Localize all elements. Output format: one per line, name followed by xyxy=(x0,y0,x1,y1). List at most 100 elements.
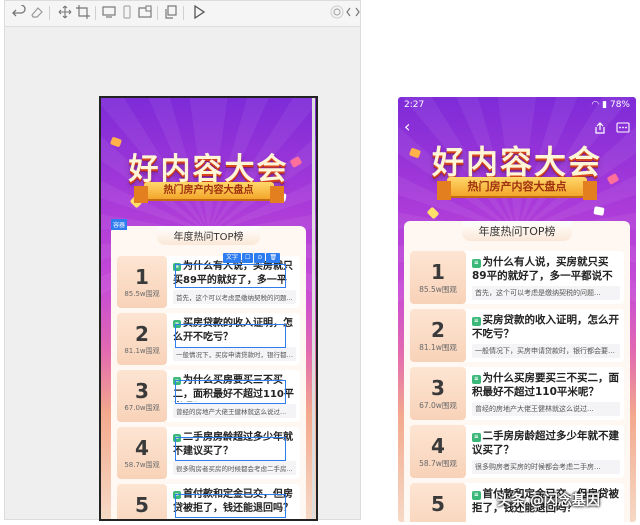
question-icon: ≡ xyxy=(173,320,181,328)
question-icon: ≡ xyxy=(173,377,181,385)
question-title[interactable]: ≡为什么有人说，买房就只买89平的就好了，多一平都说不过去？ xyxy=(472,255,620,284)
preview-play-icon[interactable] xyxy=(191,4,207,21)
answer-snippet: 曾经的房地产大佬王健林就这么说过... xyxy=(173,404,296,418)
watermark: 头条 @闪念基因 xyxy=(497,493,600,509)
rank-number: 1 xyxy=(135,265,149,289)
move-icon[interactable] xyxy=(57,5,73,21)
undo-icon[interactable] xyxy=(11,4,27,21)
question-text: 为什么买房要买三不买二，面积最好不超过110平米呢？ xyxy=(173,375,294,400)
banner-subtitle: 热门房产内容大盘点 xyxy=(437,177,597,200)
wifi-icon: ◠ xyxy=(591,100,600,110)
code-icon[interactable] xyxy=(345,5,361,21)
question-text: 为什么买房要买三不买二，面积最好不超过110平米呢？ xyxy=(472,372,619,399)
text-tool-button[interactable]: 文字 xyxy=(223,253,242,263)
app-root: 好内容大会 热门房产内容大盘点 年度热问TOP榜 1 85.5w围观 ≡ 为什么有人说… xyxy=(0,0,640,525)
mobile-view-icon[interactable] xyxy=(119,5,135,21)
editor-toolbar xyxy=(5,1,360,27)
rank-number: 1 xyxy=(431,260,445,284)
rank-box: 4 58.7w围观 xyxy=(410,425,466,478)
rank-box: 2 81.1w围观 xyxy=(117,313,167,365)
ranking-item[interactable]: 185.5w围观 ≡为什么有人说，买房就只买89平的就好了，多一平都说不过去？ 首先… xyxy=(117,256,300,308)
editor-canvas[interactable]: 好内容大会 热门房产内容大盘点 年度热问TOP榜 1 85.5w围观 ≡ 为什么有人说… xyxy=(99,96,318,521)
view-count: 81.1w围观 xyxy=(419,343,457,352)
view-count: 58.7w围观 xyxy=(124,461,160,469)
status-time: 2:27 xyxy=(404,100,425,110)
section-title: 年度热问TOP榜 xyxy=(462,221,572,241)
answer-snippet: 一般情况下，买房申请贷款时，银行都会要求... xyxy=(472,344,620,358)
question-icon: ≡ xyxy=(472,375,481,384)
selection-toolbar: 文字 ☐ ⊙ 🗑 xyxy=(223,253,281,263)
view-count: 85.5w围观 xyxy=(419,285,457,294)
question-icon: ≡ xyxy=(173,491,181,499)
rank-box: 4 58.7w围观 xyxy=(117,427,167,479)
answer-snippet: 很多购房者买房的时候都会考虑二手房... xyxy=(472,460,620,474)
ranking-item[interactable]: 2 81.1w围观 ≡ 买房贷款的收入证明，怎么开不吃亏？ 一般情况下，买房申请贷款时，… xyxy=(117,313,300,365)
rank-box: 5 xyxy=(117,484,167,519)
rank-box: 3 67.0w围观 xyxy=(117,370,167,422)
rank-box: 5 xyxy=(410,483,466,522)
settings-icon[interactable] xyxy=(329,5,345,21)
ranking-item[interactable]: 4 58.7w围观 ≡ 二手房房龄超过多少年就不建议买了？ 很多购房者买房的时候都会考虑… xyxy=(117,427,300,479)
question-title[interactable]: ≡为什么买房要买三不买二，面积最好不超过110平米呢？ xyxy=(173,374,296,402)
ranking-item[interactable]: 4 58.7w围观 ≡ 二手房房龄超过多少年就不建议买了？ 很多购房者买房的时候都会考虑… xyxy=(410,425,624,478)
answer-snippet: 首先，这个可以考虑是缴纳契税的问题... xyxy=(472,286,620,300)
question-icon: ≡ xyxy=(472,491,481,500)
question-title[interactable]: ≡为什么买房要买三不买二，面积最好不超过110平米呢？ xyxy=(472,371,620,400)
canvas-scrollbar[interactable] xyxy=(312,98,315,519)
banner-subtitle: 热门房产内容大盘点 xyxy=(133,182,284,203)
crop-icon[interactable] xyxy=(75,5,91,21)
question-text: 二手房房龄超过多少年就不建议买了？ xyxy=(173,432,293,457)
question-text: 买房贷款的收入证明，怎么开不吃亏？ xyxy=(472,314,619,341)
share-icon[interactable] xyxy=(594,119,606,138)
question-text: 为什么有人说，买房就只买89平的就好了，多一平都说不过去？ xyxy=(173,261,293,286)
question-title[interactable]: ≡ 买房贷款的收入证明，怎么开不吃亏？ xyxy=(472,313,620,342)
section-title: 年度热问TOP榜 xyxy=(157,226,260,245)
question-title[interactable]: ≡ 二手房房龄超过多少年就不建议买了？ xyxy=(173,431,296,459)
ranking-item[interactable]: 185.5w围观≡为什么有人说，买房就只买89平的就好了，多一平都说不过去？首先… xyxy=(410,251,624,304)
desktop-view-icon[interactable] xyxy=(101,5,117,21)
rank-number: 3 xyxy=(431,376,445,400)
status-bar: 2:27 ◠ ▮ 78% xyxy=(398,97,636,113)
ranking-card: 年度热问TOP榜 1 85.5w围观 ≡ 为什么有人说，买房就只买89平的就好了，多一… xyxy=(404,221,630,522)
question-text: 为什么有人说，买房就只买89平的就好了，多一平都说不过去？ xyxy=(472,256,613,283)
rank-number: 2 xyxy=(431,318,445,342)
rank-number: 2 xyxy=(135,322,149,346)
status-battery: 78% xyxy=(609,100,630,110)
back-icon[interactable]: ‹ xyxy=(404,117,410,136)
battery-icon: ▮ xyxy=(602,100,608,110)
ranking-item[interactable]: 367.0w围观≡为什么买房要买三不买二，面积最好不超过110平米呢？曾经的房地… xyxy=(117,370,300,422)
question-title[interactable]: ≡ 首付款和定金已交，但房贷被拒了，钱还能退回吗？ xyxy=(173,488,296,516)
tablet-view-icon[interactable] xyxy=(137,5,153,21)
ranking-item[interactable]: 367.0w围观≡为什么买房要买三不买二，面积最好不超过110平米呢？曾经的房地… xyxy=(410,367,624,420)
rank-box: 3 67.0w围观 xyxy=(410,367,466,420)
rank-box: 2 81.1w围观 xyxy=(410,309,466,362)
view-count: 85.5w围观 xyxy=(124,290,160,298)
answer-snippet: 很多购房者买房的时候都会考虑二手房... xyxy=(173,461,296,475)
copy-icon[interactable] xyxy=(163,5,179,21)
view-count: 58.7w围观 xyxy=(419,459,457,468)
question-icon: ≡ xyxy=(173,434,181,442)
eraser-icon[interactable] xyxy=(29,5,45,21)
component-tag[interactable]: 容器 xyxy=(111,219,128,230)
question-title[interactable]: ≡为什么有人说，买房就只买89平的就好了，多一平都说不过去？ xyxy=(173,260,296,288)
view-count: 67.0w围观 xyxy=(124,404,160,412)
question-title[interactable]: ≡ 买房贷款的收入证明，怎么开不吃亏？ xyxy=(173,317,296,345)
ranking-item[interactable]: 5 ≡ 首付款和定金已交，但房贷被拒了，钱还能退回吗？ xyxy=(117,484,300,519)
more-icon[interactable] xyxy=(616,119,630,138)
answer-snippet: 首先，这个可以考虑是缴纳契税的问题... xyxy=(173,290,296,304)
ranking-item[interactable]: 2 81.1w围观 ≡ 买房贷款的收入证明，怎么开不吃亏？ 一般情况下，买房申请贷款时，… xyxy=(410,309,624,362)
question-icon: ≡ xyxy=(472,433,481,442)
phone-page: 好内容大会 热门房产内容大盘点 年度热问TOP榜 1 85.5w围观 ≡ 为什么有人说… xyxy=(398,97,636,522)
question-icon: ≡ xyxy=(472,259,481,268)
rank-number: 4 xyxy=(431,434,445,458)
answer-snippet: 一般情况下，买房申请贷款时，银行都会要求... xyxy=(173,347,296,361)
question-title[interactable]: ≡ 二手房房龄超过多少年就不建议买了？ xyxy=(472,429,620,458)
style-tool-button[interactable]: ⊙ xyxy=(254,253,266,263)
rank-number: 3 xyxy=(135,379,149,403)
delete-tool-button[interactable]: 🗑 xyxy=(266,253,281,263)
rank-box: 1 85.5w围观 xyxy=(410,251,466,304)
question-icon: ≡ xyxy=(472,317,481,326)
view-count: 67.0w围观 xyxy=(419,401,457,410)
frame-tool-button[interactable]: ☐ xyxy=(242,253,254,263)
question-text: 二手房房龄超过多少年就不建议买了？ xyxy=(472,430,619,457)
